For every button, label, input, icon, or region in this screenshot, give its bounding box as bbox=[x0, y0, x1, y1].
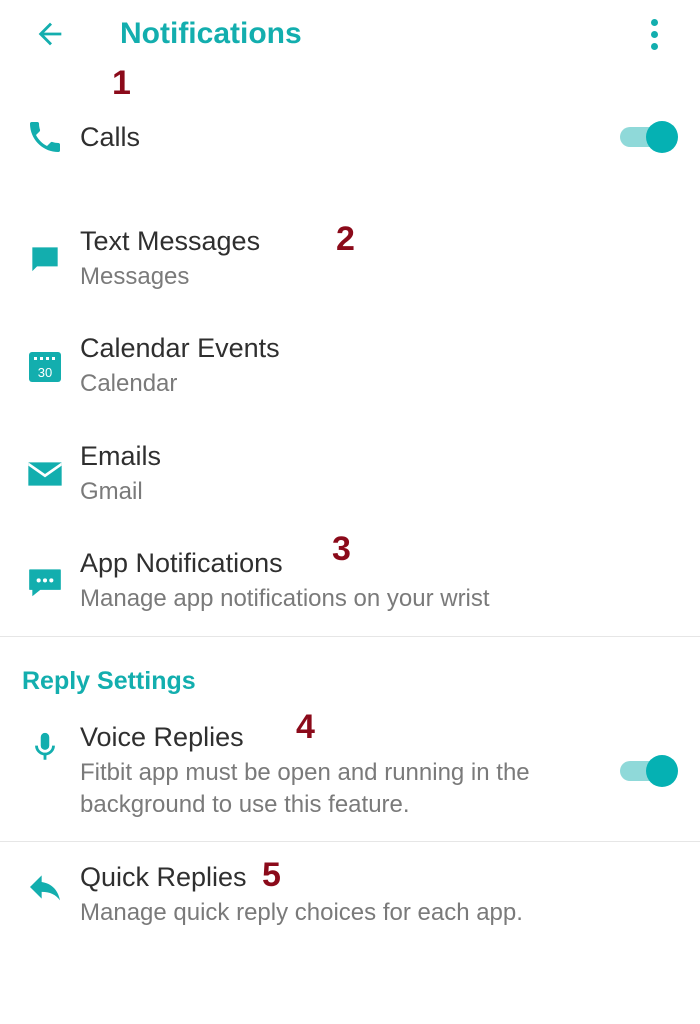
calendar-icon: 30 bbox=[22, 344, 68, 390]
item-sublabel: Calendar bbox=[80, 368, 678, 400]
app-notifications-icon bbox=[22, 559, 68, 605]
page-title: Notifications bbox=[120, 17, 302, 51]
microphone-icon bbox=[22, 724, 68, 770]
header-bar: Notifications bbox=[0, 0, 700, 68]
calls-toggle[interactable] bbox=[620, 121, 678, 153]
dot-icon bbox=[651, 43, 658, 50]
settings-list: Calls 1 Text Messages Messages 2 30 bbox=[0, 68, 700, 950]
item-label: Emails bbox=[80, 441, 678, 472]
reply-settings-header: Reply Settings bbox=[0, 637, 700, 702]
item-app-notifications[interactable]: App Notifications Manage app notificatio… bbox=[0, 528, 700, 635]
dot-icon bbox=[651, 31, 658, 38]
item-label: App Notifications bbox=[80, 548, 678, 579]
item-voice-replies[interactable]: Voice Replies Fitbit app must be open an… bbox=[0, 702, 700, 842]
annotation-marker: 1 bbox=[112, 64, 131, 103]
voice-replies-toggle[interactable] bbox=[620, 755, 678, 787]
item-label: Calls bbox=[80, 122, 612, 153]
toggle-thumb-icon bbox=[646, 121, 678, 153]
chat-icon bbox=[22, 237, 68, 283]
item-sublabel: Fitbit app must be open and running in t… bbox=[80, 757, 612, 822]
reply-icon bbox=[22, 864, 68, 910]
item-calls[interactable]: Calls 1 bbox=[0, 68, 700, 206]
mail-icon bbox=[22, 451, 68, 497]
item-sublabel: Messages bbox=[80, 261, 678, 293]
item-text-messages[interactable]: Text Messages Messages 2 bbox=[0, 206, 700, 313]
item-label: Voice Replies bbox=[80, 722, 612, 753]
back-arrow-icon bbox=[33, 17, 67, 51]
toggle-thumb-icon bbox=[646, 755, 678, 787]
item-sublabel: Gmail bbox=[80, 476, 678, 508]
item-label: Quick Replies bbox=[80, 862, 678, 893]
item-label: Calendar Events bbox=[80, 333, 678, 364]
item-emails[interactable]: Emails Gmail bbox=[0, 421, 700, 528]
overflow-menu-button[interactable] bbox=[634, 14, 674, 54]
item-calendar-events[interactable]: 30 Calendar Events Calendar bbox=[0, 313, 700, 420]
phone-icon bbox=[22, 114, 68, 160]
back-button[interactable] bbox=[30, 14, 70, 54]
svg-text:30: 30 bbox=[38, 365, 52, 380]
item-label: Text Messages bbox=[80, 226, 678, 257]
item-sublabel: Manage app notifications on your wrist bbox=[80, 583, 678, 615]
item-sublabel: Manage quick reply choices for each app. bbox=[80, 897, 678, 929]
dot-icon bbox=[651, 19, 658, 26]
item-quick-replies[interactable]: Quick Replies Manage quick reply choices… bbox=[0, 842, 700, 949]
